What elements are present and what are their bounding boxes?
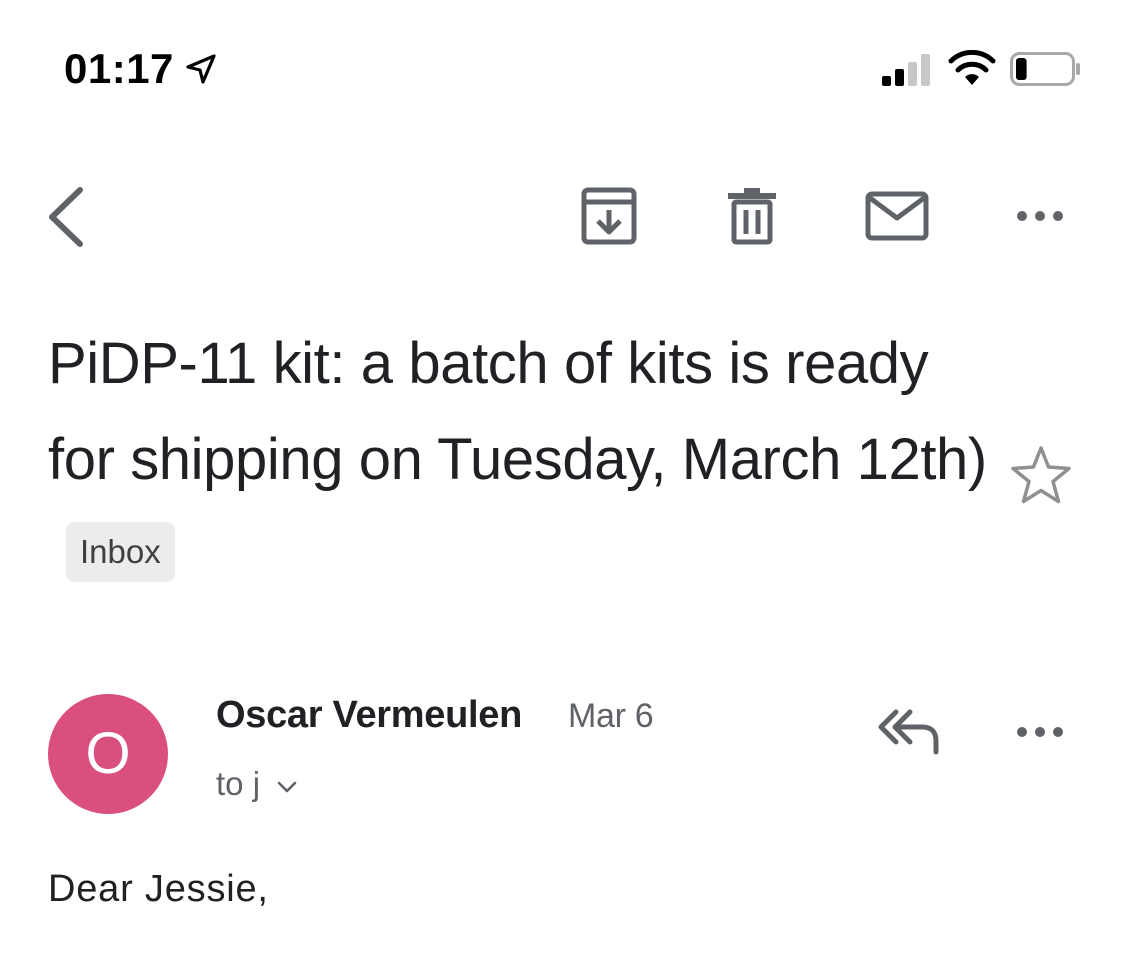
trash-icon bbox=[728, 188, 776, 245]
subject-text: PiDP-11 kit: a batch of kits is ready fo… bbox=[48, 331, 987, 492]
star-button[interactable] bbox=[1008, 444, 1074, 506]
location-arrow-icon bbox=[186, 54, 216, 84]
chevron-down-icon bbox=[277, 781, 297, 793]
recipient-text: to j bbox=[216, 765, 261, 802]
avatar-initial: O bbox=[85, 721, 131, 786]
archive-button[interactable] bbox=[576, 184, 642, 248]
wifi-icon bbox=[948, 50, 996, 85]
star-outline-icon bbox=[1011, 446, 1071, 504]
reply-all-button[interactable] bbox=[876, 706, 942, 756]
more-options-button[interactable] bbox=[1008, 196, 1072, 236]
sender-name[interactable]: Oscar Vermeulen bbox=[216, 692, 522, 738]
email-subject: PiDP-11 kit: a batch of kits is ready fo… bbox=[48, 316, 988, 604]
battery-icon bbox=[1010, 52, 1080, 86]
email-detail-screen: 01:17 PiDP-11 kit: a batch of kits is re… bbox=[0, 0, 1124, 953]
delete-button[interactable] bbox=[720, 184, 784, 248]
back-button[interactable] bbox=[40, 184, 96, 250]
reply-all-icon bbox=[878, 709, 939, 755]
mark-unread-button[interactable] bbox=[862, 186, 932, 246]
archive-icon bbox=[581, 187, 637, 245]
envelope-icon bbox=[865, 191, 929, 241]
inbox-label-chip[interactable]: Inbox bbox=[66, 521, 175, 582]
cellular-signal-icon bbox=[882, 54, 930, 86]
email-body-greeting: Dear Jessie, bbox=[48, 868, 269, 910]
message-more-button[interactable] bbox=[1008, 712, 1072, 752]
recipient-details-toggle[interactable]: to j bbox=[216, 762, 298, 806]
avatar[interactable]: O bbox=[48, 694, 168, 814]
status-time: 01:17 bbox=[64, 45, 174, 92]
more-horizontal-icon bbox=[1017, 211, 1063, 221]
chevron-left-icon bbox=[49, 187, 83, 247]
more-horizontal-icon bbox=[1017, 727, 1063, 737]
sender-date: Mar 6 bbox=[568, 697, 654, 735]
